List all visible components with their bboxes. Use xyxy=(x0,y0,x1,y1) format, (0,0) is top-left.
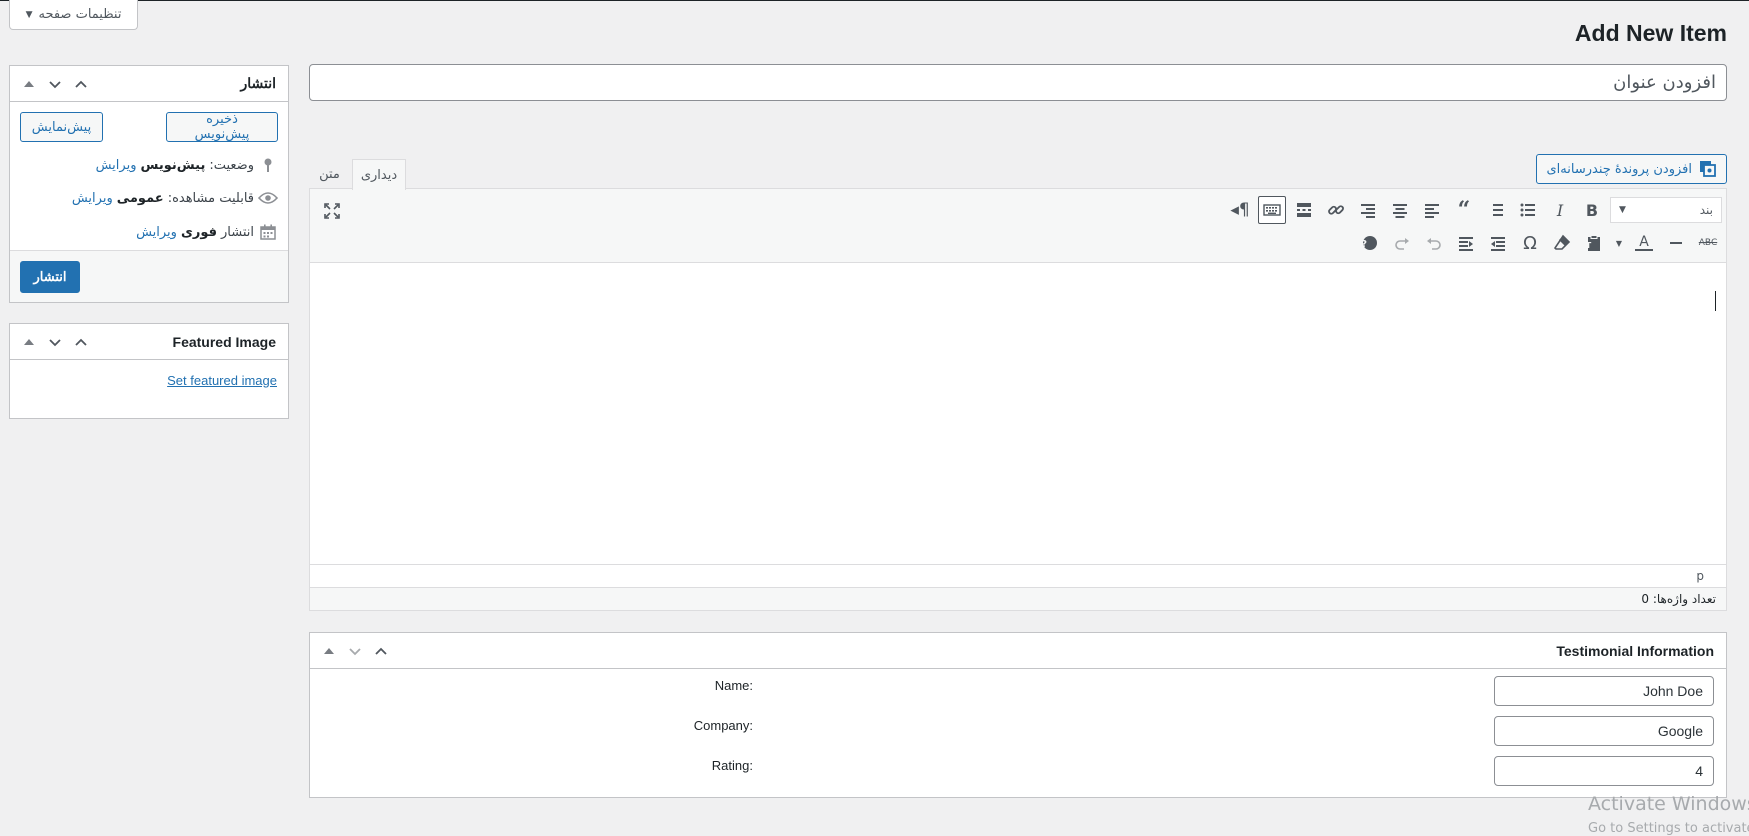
pin-icon xyxy=(258,155,278,175)
move-down-icon[interactable] xyxy=(344,640,366,662)
testimonial-header: Testimonial Information xyxy=(310,633,1726,669)
publish-box-title: انتشار xyxy=(240,75,276,91)
set-featured-image-link[interactable]: Set featured image xyxy=(167,373,277,388)
rating-field[interactable] xyxy=(1494,756,1714,786)
status-label: وضعیت: xyxy=(209,157,254,173)
add-media-label: افزودن پروندهٔ چندرسانه‌ای xyxy=(1546,161,1693,177)
schedule-value: فوری xyxy=(180,224,217,240)
edit-visibility-link[interactable]: ویرایش xyxy=(72,191,113,206)
word-count: تعداد واژه‌ها: 0 xyxy=(310,587,1726,610)
text-cursor xyxy=(1715,291,1716,311)
numbered-list-icon[interactable]: 123 xyxy=(1482,196,1510,224)
name-label: Name: xyxy=(714,678,753,693)
paste-text-icon[interactable]: T xyxy=(1580,229,1608,257)
screen-options-label: تنظیمات صفحه xyxy=(38,7,122,22)
box-handles xyxy=(18,324,92,360)
media-icon xyxy=(1700,161,1716,177)
clear-formatting-icon[interactable] xyxy=(1548,229,1576,257)
blockquote-icon[interactable]: “ xyxy=(1450,196,1478,224)
align-right-icon[interactable] xyxy=(1354,196,1382,224)
horizontal-line-icon[interactable] xyxy=(1662,229,1690,257)
rating-label: Rating: xyxy=(711,758,753,773)
visibility-label: قابلیت مشاهده: xyxy=(167,190,254,206)
move-down-icon[interactable] xyxy=(44,73,66,95)
redo-icon[interactable] xyxy=(1388,229,1416,257)
chevron-down-icon[interactable]: ▼ xyxy=(1612,229,1626,257)
editor-toolbar: بند ▼ B I 123 “ ¶◂ ABC A ▼ T Ω xyxy=(310,189,1726,263)
move-up-icon[interactable] xyxy=(70,331,92,353)
triangle-down-icon: ▼ xyxy=(25,9,33,20)
featured-image-title: Featured Image xyxy=(172,333,276,350)
increase-indent-icon[interactable] xyxy=(1452,229,1480,257)
visibility-value: عمومی xyxy=(116,190,164,206)
tab-text[interactable]: متن xyxy=(311,159,348,189)
edit-schedule-link[interactable]: ویرایش xyxy=(136,225,177,240)
editor-content-area[interactable] xyxy=(310,263,1726,564)
move-handle-icon[interactable] xyxy=(18,331,40,353)
bold-icon[interactable]: B xyxy=(1578,196,1606,224)
text-color-icon[interactable]: A xyxy=(1630,229,1658,257)
screen-options-button[interactable]: ▼ تنظیمات صفحه xyxy=(9,0,138,30)
eye-icon xyxy=(258,188,278,208)
format-select[interactable]: بند ▼ xyxy=(1610,197,1722,223)
status-row: وضعیت: پیش‌نویس ویرایش xyxy=(96,154,278,176)
save-draft-button[interactable]: ذخیره پیش‌نویس xyxy=(166,112,278,142)
link-icon[interactable] xyxy=(1322,196,1350,224)
calendar-icon xyxy=(258,222,278,242)
featured-image-header: Featured Image xyxy=(10,324,288,360)
testimonial-title: Testimonial Information xyxy=(1556,642,1714,659)
svg-text:?: ? xyxy=(1361,239,1367,250)
preview-button[interactable]: پیش‌نمایش xyxy=(20,112,103,142)
company-field[interactable] xyxy=(1494,716,1714,746)
read-more-icon[interactable] xyxy=(1290,196,1318,224)
move-up-icon[interactable] xyxy=(70,73,92,95)
publish-box: انتشار ذخیره پیش‌نویس پیش‌نمایش وضعیت: پ… xyxy=(9,65,289,303)
watermark-line-1: Activate Windows xyxy=(1588,793,1749,815)
publish-button[interactable]: انتشار xyxy=(20,261,80,293)
featured-image-box: Featured Image Set featured image xyxy=(9,323,289,419)
title-input[interactable] xyxy=(309,64,1727,101)
strikethrough-icon[interactable]: ABC xyxy=(1694,229,1722,257)
align-left-icon[interactable] xyxy=(1418,196,1446,224)
move-down-icon[interactable] xyxy=(44,331,66,353)
add-media-button[interactable]: افزودن پروندهٔ چندرسانه‌ای xyxy=(1535,154,1727,184)
name-field[interactable] xyxy=(1494,676,1714,706)
tab-visual[interactable]: دیداری xyxy=(352,159,406,190)
publish-actions: انتشار xyxy=(10,250,288,302)
status-value: پیش‌نویس xyxy=(140,157,206,173)
edit-status-link[interactable]: ویرایش xyxy=(96,158,137,173)
schedule-row: انتشار فوری ویرایش xyxy=(136,221,278,243)
svg-text:T: T xyxy=(1586,241,1592,250)
company-label: Company: xyxy=(693,718,753,733)
schedule-label: انتشار xyxy=(221,224,254,240)
box-handles xyxy=(318,633,392,669)
help-icon[interactable]: ? xyxy=(1356,229,1384,257)
align-center-icon[interactable] xyxy=(1386,196,1414,224)
fullscreen-icon[interactable] xyxy=(318,197,346,225)
special-character-icon[interactable]: Ω xyxy=(1516,229,1544,257)
decrease-indent-icon[interactable] xyxy=(1484,229,1512,257)
italic-icon[interactable]: I xyxy=(1546,196,1574,224)
move-handle-icon[interactable] xyxy=(318,640,340,662)
format-select-value: بند xyxy=(1699,203,1713,217)
move-up-icon[interactable] xyxy=(370,640,392,662)
rtl-paragraph-icon[interactable]: ¶◂ xyxy=(1226,196,1254,224)
toolbar-toggle-icon[interactable] xyxy=(1258,196,1286,224)
activate-windows-watermark: Activate Windows Go to Settings to activ… xyxy=(1588,793,1749,836)
toolbar-row-1: بند ▼ B I 123 “ ¶◂ xyxy=(1226,196,1722,224)
chevron-down-icon: ▼ xyxy=(1619,205,1626,215)
page-title: Add New Item xyxy=(1574,20,1727,46)
testimonial-box: Testimonial Information Name: Company: R… xyxy=(309,632,1727,798)
publish-box-header: انتشار xyxy=(10,66,288,102)
content-editor: بند ▼ B I 123 “ ¶◂ ABC A ▼ T Ω xyxy=(309,188,1727,611)
move-handle-icon[interactable] xyxy=(18,73,40,95)
undo-icon[interactable] xyxy=(1420,229,1448,257)
bullet-list-icon[interactable] xyxy=(1514,196,1542,224)
visibility-row: قابلیت مشاهده: عمومی ویرایش xyxy=(72,187,278,209)
toolbar-row-2: ABC A ▼ T Ω ? xyxy=(1356,229,1722,257)
watermark-line-2: Go to Settings to activate Windows. xyxy=(1588,820,1749,836)
box-handles xyxy=(18,66,92,102)
editor-path: p xyxy=(310,564,1726,587)
top-border xyxy=(0,0,1749,1)
